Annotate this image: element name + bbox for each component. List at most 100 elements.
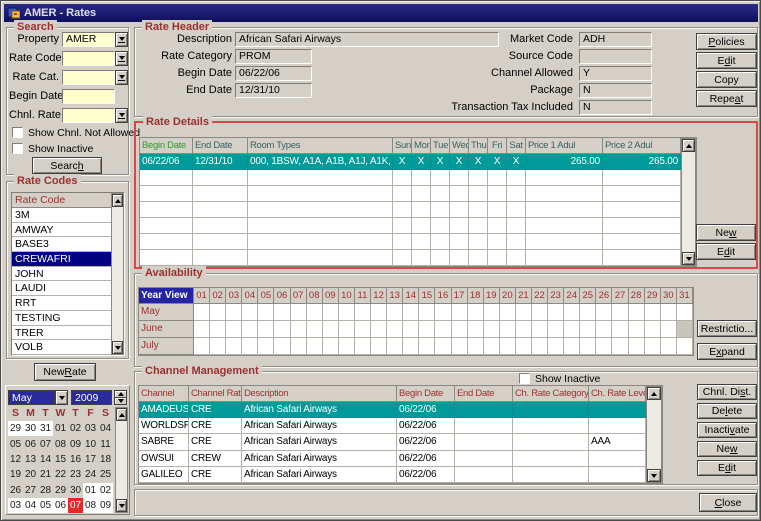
availability-day-cell[interactable] <box>548 321 564 338</box>
rate-code-item[interactable]: JOHN <box>12 267 111 282</box>
availability-day-cell[interactable] <box>564 321 580 338</box>
availability-day-cell[interactable] <box>194 304 210 321</box>
availability-day-cell[interactable] <box>419 321 435 338</box>
calendar-day-cell[interactable]: 16 <box>68 452 83 467</box>
expand-button[interactable]: Expand <box>697 343 757 360</box>
rate-detail-empty-row[interactable] <box>140 202 696 218</box>
day-number-header[interactable]: 16 <box>435 288 451 304</box>
availability-day-cell[interactable] <box>387 321 403 338</box>
scroll-down-button[interactable] <box>116 499 127 512</box>
availability-day-cell[interactable] <box>645 338 661 355</box>
availability-day-cell[interactable] <box>258 321 274 338</box>
day-number-header[interactable]: 01 <box>194 288 210 304</box>
rate-detail-empty-row[interactable] <box>140 234 696 250</box>
availability-day-cell[interactable] <box>371 338 387 355</box>
rate-code-field[interactable] <box>62 51 115 66</box>
availability-day-cell[interactable] <box>677 321 693 338</box>
availability-day-cell[interactable] <box>596 321 612 338</box>
availability-day-cell[interactable] <box>661 338 677 355</box>
availability-day-cell[interactable] <box>339 321 355 338</box>
calendar-year-field[interactable]: 2009 <box>71 390 112 405</box>
availability-day-cell[interactable] <box>677 304 693 321</box>
calendar-day-cell[interactable]: 09 <box>68 436 83 451</box>
calendar-day-cell[interactable]: 05 <box>8 436 23 451</box>
availability-day-cell[interactable] <box>226 338 242 355</box>
availability-day-cell[interactable] <box>355 304 371 321</box>
rate-code-item[interactable]: 3M <box>12 208 111 223</box>
availability-day-cell[interactable] <box>612 321 628 338</box>
show-inactive-channels-checkbox[interactable] <box>519 373 530 384</box>
availability-day-cell[interactable] <box>355 321 371 338</box>
rate-details-scrollbar[interactable] <box>681 138 696 266</box>
day-number-header[interactable]: 30 <box>661 288 677 304</box>
availability-day-cell[interactable] <box>468 338 484 355</box>
day-number-header[interactable]: 11 <box>355 288 371 304</box>
availability-day-cell[interactable] <box>210 338 226 355</box>
calendar-day-cell[interactable]: 29 <box>53 483 68 498</box>
availability-day-cell[interactable] <box>419 304 435 321</box>
calendar-month-dropdown-button[interactable] <box>55 390 68 405</box>
calendar-day-cell[interactable]: 03 <box>8 498 23 513</box>
day-number-header[interactable]: 06 <box>274 288 290 304</box>
rate-detail-empty-row[interactable] <box>140 218 696 234</box>
rate-detail-empty-row[interactable] <box>140 186 696 202</box>
channel-row[interactable]: OWSUICREWAfrican Safari Airways06/22/06 <box>139 451 662 467</box>
scroll-up-button[interactable] <box>112 194 123 207</box>
begin-date-field[interactable] <box>62 89 115 104</box>
edit-rate-header-button[interactable]: Edit <box>696 52 757 69</box>
column-header[interactable]: Begin Date <box>140 138 193 154</box>
show-chnl-not-allowed-checkbox[interactable] <box>12 127 23 138</box>
scroll-up-button[interactable] <box>647 387 661 400</box>
day-number-header[interactable]: 20 <box>500 288 516 304</box>
availability-day-cell[interactable] <box>596 304 612 321</box>
column-header[interactable]: Tue <box>431 138 450 154</box>
availability-day-cell[interactable] <box>612 338 628 355</box>
search-button[interactable]: Search <box>32 157 102 174</box>
availability-day-cell[interactable] <box>307 321 323 338</box>
rate-code-item[interactable]: TRER <box>12 326 111 341</box>
day-number-header[interactable]: 22 <box>532 288 548 304</box>
column-header[interactable]: Wed <box>450 138 469 154</box>
day-number-header[interactable]: 18 <box>468 288 484 304</box>
availability-day-cell[interactable] <box>210 304 226 321</box>
availability-day-cell[interactable] <box>580 321 596 338</box>
column-header[interactable]: End Date <box>193 138 248 154</box>
availability-day-cell[interactable] <box>403 338 419 355</box>
availability-day-cell[interactable] <box>258 338 274 355</box>
rate-codes-scrollbar[interactable] <box>111 193 124 355</box>
availability-day-cell[interactable] <box>564 304 580 321</box>
rate-detail-empty-row[interactable] <box>140 170 696 186</box>
chnl-rate-lov-button[interactable] <box>115 108 128 123</box>
day-number-header[interactable]: 03 <box>226 288 242 304</box>
availability-day-cell[interactable] <box>194 338 210 355</box>
day-number-header[interactable]: 29 <box>645 288 661 304</box>
calendar-month-select[interactable]: May <box>8 390 55 405</box>
calendar-day-cell[interactable]: 27 <box>23 483 38 498</box>
availability-day-cell[interactable] <box>403 304 419 321</box>
close-button[interactable]: Close <box>699 493 757 512</box>
day-number-header[interactable]: 09 <box>323 288 339 304</box>
copy-button[interactable]: Copy <box>696 71 757 88</box>
scroll-up-button[interactable] <box>116 408 127 421</box>
calendar-day-cell[interactable]: 19 <box>8 467 23 482</box>
availability-day-cell[interactable] <box>226 321 242 338</box>
show-inactive-rates-checkbox[interactable] <box>12 143 23 154</box>
column-header[interactable]: Description <box>242 386 397 402</box>
availability-day-cell[interactable] <box>291 304 307 321</box>
rate-code-item[interactable]: RRT <box>12 296 111 311</box>
availability-day-cell[interactable] <box>371 321 387 338</box>
scroll-down-button[interactable] <box>682 252 695 265</box>
calendar-scrollbar[interactable] <box>115 407 128 513</box>
rate-code-item[interactable]: BASE3 <box>12 237 111 252</box>
availability-day-cell[interactable] <box>419 338 435 355</box>
availability-day-cell[interactable] <box>580 338 596 355</box>
column-header[interactable]: Ch. Rate Level <box>589 386 646 402</box>
column-header[interactable]: End Date <box>455 386 513 402</box>
availability-day-cell[interactable] <box>194 321 210 338</box>
calendar-day-cell[interactable]: 06 <box>23 436 38 451</box>
day-number-header[interactable]: 24 <box>564 288 580 304</box>
calendar-day-cell[interactable]: 04 <box>98 421 113 436</box>
availability-day-cell[interactable] <box>596 338 612 355</box>
calendar-day-cell[interactable]: 25 <box>98 467 113 482</box>
calendar-day-cell[interactable]: 07 <box>38 436 53 451</box>
